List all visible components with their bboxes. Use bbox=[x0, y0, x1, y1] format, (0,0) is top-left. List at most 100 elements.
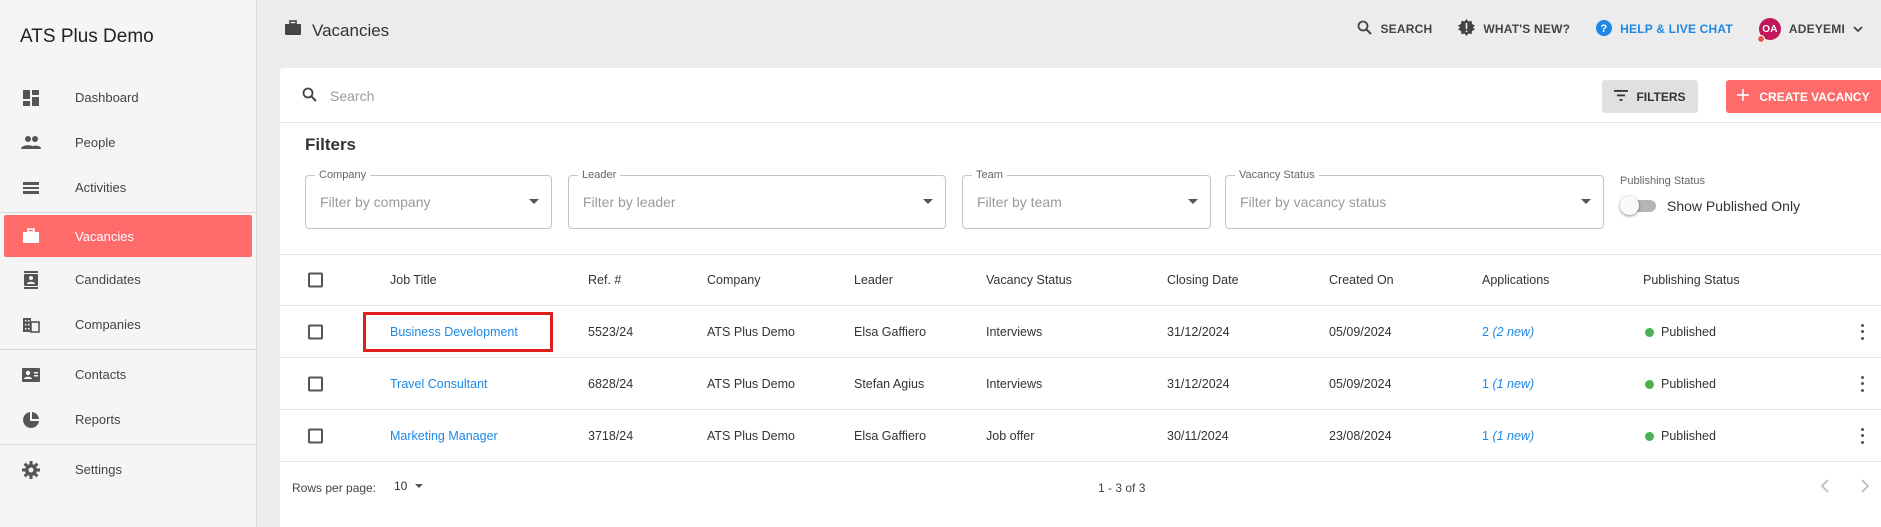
publishing-status-cell: Published bbox=[1645, 325, 1716, 339]
sidebar-nav: Dashboard People Activities Vacancies Ca… bbox=[0, 75, 257, 492]
column-header-created-on[interactable]: Created On bbox=[1329, 273, 1394, 287]
sidebar-item-dashboard[interactable]: Dashboard bbox=[0, 75, 257, 120]
sidebar-divider bbox=[0, 444, 257, 445]
rows-per-page-label: Rows per page: bbox=[292, 481, 377, 495]
company-cell: ATS Plus Demo bbox=[707, 428, 795, 443]
applications-new: (1 new) bbox=[1492, 428, 1535, 443]
publishing-status-text: Published bbox=[1661, 376, 1716, 391]
publishing-status-cell: Published bbox=[1645, 377, 1716, 391]
rows-per-page-select[interactable]: 10 bbox=[394, 479, 424, 493]
applications-link[interactable]: 1 (1 new) bbox=[1482, 429, 1534, 443]
briefcase-icon bbox=[284, 20, 302, 41]
chevron-right-icon[interactable] bbox=[1860, 477, 1870, 498]
pagination-range: 1 - 3 of 3 bbox=[1098, 481, 1146, 495]
sidebar-item-contacts[interactable]: Contacts bbox=[0, 352, 257, 397]
publishing-status-label: Publishing Status bbox=[1620, 175, 1705, 187]
chevron-left-icon[interactable] bbox=[1820, 477, 1830, 498]
status-dot-icon bbox=[1645, 327, 1654, 337]
company-filter[interactable]: Company Filter by company bbox=[305, 169, 552, 229]
sidebar-item-reports[interactable]: Reports bbox=[0, 397, 257, 442]
filters-button[interactable]: FILTERS bbox=[1602, 80, 1698, 113]
chevron-down-icon bbox=[1853, 22, 1863, 36]
plus-icon bbox=[1737, 89, 1750, 104]
companies-icon bbox=[21, 315, 41, 335]
column-header-job-title[interactable]: Job Title bbox=[390, 273, 437, 287]
search-input[interactable] bbox=[330, 83, 1230, 109]
closing-date-cell: 30/11/2024 bbox=[1167, 428, 1229, 443]
column-header-closing-date[interactable]: Closing Date bbox=[1167, 273, 1239, 287]
sidebar-item-activities[interactable]: Activities bbox=[0, 165, 257, 210]
dropdown-arrow-icon bbox=[923, 199, 933, 204]
candidates-icon bbox=[21, 270, 41, 290]
app-title: ATS Plus Demo bbox=[20, 26, 154, 47]
applications-link[interactable]: 2 (2 new) bbox=[1482, 325, 1534, 339]
reports-icon bbox=[21, 410, 41, 430]
row-checkbox[interactable] bbox=[308, 324, 323, 339]
column-header-publishing-status[interactable]: Publishing Status bbox=[1643, 273, 1740, 287]
job-title-link[interactable]: Travel Consultant bbox=[390, 377, 488, 391]
ref-cell: 3718/24 bbox=[588, 428, 634, 443]
column-header-vacancy-status[interactable]: Vacancy Status bbox=[986, 273, 1072, 287]
sidebar-item-settings[interactable]: Settings bbox=[0, 447, 257, 492]
dropdown-arrow-icon bbox=[529, 199, 539, 204]
team-filter[interactable]: Team Filter by team bbox=[962, 169, 1211, 229]
leader-filter[interactable]: Leader Filter by leader bbox=[568, 169, 946, 229]
vacancies-panel: FILTERS CREATE VACANCY Filters Company F… bbox=[280, 68, 1881, 527]
sidebar-item-label: Dashboard bbox=[75, 90, 139, 105]
whats-new-button[interactable]: WHAT'S NEW? bbox=[1458, 19, 1570, 39]
leader-cell: Elsa Gaffiero bbox=[854, 428, 927, 443]
column-header-ref[interactable]: Ref. # bbox=[588, 273, 621, 287]
sidebar-divider bbox=[0, 212, 257, 213]
column-header-company[interactable]: Company bbox=[707, 273, 761, 287]
whats-new-label: WHAT'S NEW? bbox=[1483, 22, 1571, 36]
filter-icon bbox=[1614, 89, 1629, 104]
more-options-icon[interactable] bbox=[1859, 323, 1865, 340]
show-published-toggle[interactable] bbox=[1620, 196, 1658, 215]
sidebar-item-candidates[interactable]: Candidates bbox=[0, 257, 257, 302]
global-search-label: SEARCH bbox=[1380, 22, 1433, 36]
sidebar-item-vacancies[interactable]: Vacancies bbox=[4, 215, 252, 257]
global-search-button[interactable]: SEARCH bbox=[1357, 20, 1432, 38]
leader-filter-placeholder: Filter by leader bbox=[583, 194, 676, 210]
vacancy-status-filter-legend: Vacancy Status bbox=[1235, 169, 1319, 181]
more-options-icon[interactable] bbox=[1859, 427, 1865, 444]
sidebar: ATS Plus Demo Dashboard People Activitie… bbox=[0, 0, 257, 527]
created-on-cell: 05/09/2024 bbox=[1329, 324, 1392, 339]
closing-date-cell: 31/12/2024 bbox=[1167, 376, 1230, 391]
filters-label: FILTERS bbox=[1636, 89, 1686, 104]
applications-new: (2 new) bbox=[1492, 324, 1535, 339]
activities-icon bbox=[21, 178, 41, 198]
user-menu[interactable]: OA ADEYEMI bbox=[1756, 18, 1863, 43]
contacts-icon bbox=[21, 365, 41, 385]
create-vacancy-button[interactable]: CREATE VACANCY bbox=[1726, 80, 1881, 113]
row-checkbox[interactable] bbox=[308, 376, 323, 391]
sidebar-item-people[interactable]: People bbox=[0, 120, 257, 165]
created-on-cell: 23/08/2024 bbox=[1329, 428, 1392, 443]
briefcase-icon bbox=[21, 226, 41, 246]
column-header-applications[interactable]: Applications bbox=[1482, 273, 1549, 287]
job-title-link[interactable]: Marketing Manager bbox=[390, 429, 498, 443]
sidebar-item-label: Companies bbox=[75, 317, 141, 332]
help-chat-button[interactable]: ? HELP & LIVE CHAT bbox=[1596, 19, 1733, 39]
applications-new: (1 new) bbox=[1492, 376, 1535, 391]
company-cell: ATS Plus Demo bbox=[707, 324, 795, 339]
more-options-icon[interactable] bbox=[1859, 375, 1865, 392]
company-cell: ATS Plus Demo bbox=[707, 376, 795, 391]
sidebar-item-companies[interactable]: Companies bbox=[0, 302, 257, 347]
sidebar-item-label: Settings bbox=[75, 462, 122, 477]
column-header-leader[interactable]: Leader bbox=[854, 273, 893, 287]
sidebar-item-label: Reports bbox=[75, 412, 121, 427]
applications-link[interactable]: 1 (1 new) bbox=[1482, 377, 1534, 391]
company-filter-placeholder: Filter by company bbox=[320, 194, 431, 210]
ref-cell: 6828/24 bbox=[588, 376, 634, 391]
publishing-status-cell: Published bbox=[1645, 429, 1716, 443]
vacancy-status-filter[interactable]: Vacancy Status Filter by vacancy status bbox=[1225, 169, 1604, 229]
sidebar-divider bbox=[0, 349, 257, 350]
job-title-link[interactable]: Business Development bbox=[390, 325, 518, 339]
new-badge-icon bbox=[1458, 19, 1476, 39]
row-checkbox[interactable] bbox=[308, 428, 323, 443]
select-all-checkbox[interactable] bbox=[308, 272, 323, 288]
applications-count: 1 bbox=[1482, 376, 1489, 391]
show-published-label: Show Published Only bbox=[1667, 198, 1801, 214]
avatar: OA bbox=[1756, 18, 1781, 43]
